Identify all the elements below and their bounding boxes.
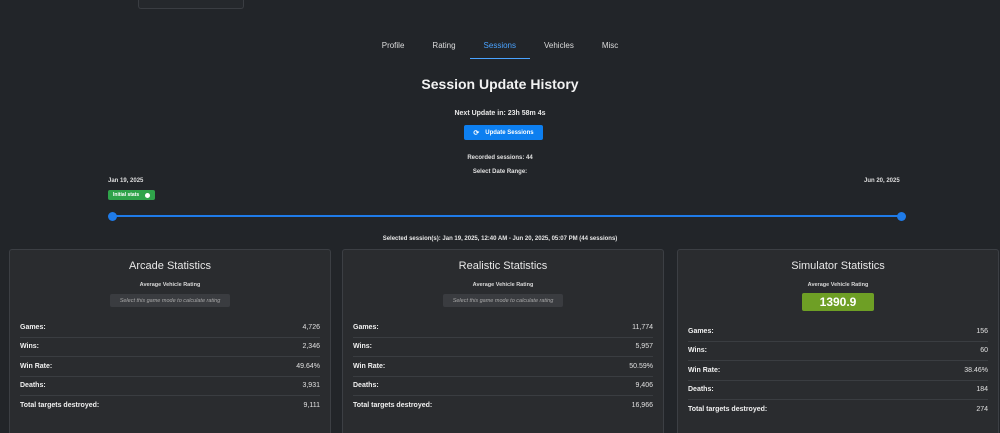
recorded-sessions-count: Recorded sessions: 44: [467, 155, 533, 161]
stat-value: 184: [976, 386, 988, 394]
stat-label: Win Rate:: [20, 362, 53, 370]
stat-label: Total targets destroyed:: [688, 406, 768, 414]
slider-end-handle[interactable]: [897, 212, 906, 221]
average-vehicle-rating-label: Average Vehicle Rating: [807, 282, 869, 288]
tab-vehicles[interactable]: Vehicles: [530, 36, 588, 59]
stat-label: Deaths:: [20, 382, 46, 390]
stat-row-targets-destroyed: Total targets destroyed: 16,966: [353, 396, 653, 416]
stat-label: Deaths:: [353, 382, 379, 390]
stat-label: Deaths:: [688, 386, 714, 394]
update-sessions-button[interactable]: ⟳ Update Sessions: [464, 125, 543, 140]
stat-value: 11,774: [632, 323, 653, 331]
stat-row-deaths: Deaths: 184: [688, 381, 988, 400]
tab-misc[interactable]: Misc: [588, 36, 632, 59]
slider-start-handle[interactable]: [108, 212, 117, 221]
stat-label: Wins:: [20, 343, 39, 351]
stat-label: Win Rate:: [353, 362, 386, 370]
stat-row-win-rate: Win Rate: 49.64%: [20, 357, 320, 377]
card-title: Arcade Statistics: [129, 260, 211, 272]
simulator-statistics-card[interactable]: Simulator Statistics Average Vehicle Rat…: [677, 249, 999, 433]
initial-stats-label: Initial stats: [113, 192, 140, 198]
tab-sessions[interactable]: Sessions: [469, 36, 531, 59]
stat-value: 4,726: [302, 323, 320, 331]
update-sessions-label: Update Sessions: [485, 129, 534, 136]
stat-value: 3,931: [302, 382, 320, 390]
stat-value: 156: [976, 327, 988, 335]
stat-value: 274: [976, 406, 988, 414]
stat-label: Win Rate:: [688, 366, 721, 374]
slider-end-date: Jun 20, 2025: [864, 178, 900, 184]
info-icon: [145, 192, 151, 198]
stat-row-games: Games: 11,774: [353, 318, 653, 338]
stat-row-deaths: Deaths: 3,931: [20, 377, 320, 396]
stat-value: 38.46%: [964, 366, 988, 374]
stat-row-deaths: Deaths: 9,406: [353, 377, 653, 396]
stat-row-targets-destroyed: Total targets destroyed: 274: [688, 400, 988, 420]
stat-value: 9,111: [303, 402, 320, 410]
stat-value: 9,406: [635, 382, 653, 390]
stat-row-win-rate: Win Rate: 50.59%: [353, 357, 653, 377]
top-panel-stub: [138, 0, 244, 9]
stat-value: 16,966: [631, 402, 653, 410]
page-title: Session Update History: [421, 76, 579, 92]
stat-row-games: Games: 4,726: [20, 318, 320, 338]
tab-rating[interactable]: Rating: [418, 36, 469, 59]
date-range-slider-track[interactable]: [113, 215, 902, 217]
stats-list: Games: 156 Wins: 60 Win Rate: 38.46% Dea…: [688, 322, 988, 420]
stat-row-win-rate: Win Rate: 38.46%: [688, 361, 988, 381]
stat-label: Total targets destroyed:: [20, 402, 100, 410]
selected-sessions-summary: Selected session(s): Jan 19, 2025, 12:40…: [382, 236, 618, 242]
stat-label: Wins:: [688, 347, 707, 355]
realistic-statistics-card[interactable]: Realistic Statistics Average Vehicle Rat…: [342, 249, 664, 433]
stats-list: Games: 4,726 Wins: 2,346 Win Rate: 49.64…: [20, 318, 320, 416]
average-vehicle-rating-label: Average Vehicle Rating: [139, 282, 201, 288]
stat-label: Games:: [20, 323, 46, 331]
stat-label: Games:: [688, 327, 714, 335]
initial-stats-badge: Initial stats: [108, 190, 156, 200]
average-vehicle-rating-label: Average Vehicle Rating: [472, 282, 534, 288]
slider-start-date: Jan 19, 2025: [108, 178, 144, 184]
stat-value: 2,346: [302, 343, 320, 351]
stat-value: 60: [980, 347, 988, 355]
stat-row-wins: Wins: 2,346: [20, 338, 320, 357]
arcade-statistics-card[interactable]: Arcade Statistics Average Vehicle Rating…: [9, 249, 331, 433]
stat-row-games: Games: 156: [688, 322, 988, 342]
tab-profile[interactable]: Profile: [368, 36, 419, 59]
stat-label: Games:: [353, 323, 379, 331]
stat-value: 49.64%: [296, 362, 320, 370]
date-range-label: Select Date Range:: [472, 169, 528, 175]
next-update-countdown: Next Update in: 23h 58m 4s: [454, 110, 546, 117]
stat-value: 50.59%: [629, 362, 653, 370]
card-title: Simulator Statistics: [791, 260, 885, 272]
rating-hint: Select this game mode to calculate ratin…: [110, 294, 230, 307]
stat-row-wins: Wins: 60: [688, 342, 988, 361]
card-title: Realistic Statistics: [458, 260, 548, 272]
stat-row-targets-destroyed: Total targets destroyed: 9,111: [20, 396, 320, 416]
stat-row-wins: Wins: 5,957: [353, 338, 653, 357]
stat-label: Total targets destroyed:: [353, 402, 433, 410]
stats-list: Games: 11,774 Wins: 5,957 Win Rate: 50.5…: [353, 318, 653, 416]
tab-bar: Profile Rating Sessions Vehicles Misc: [0, 36, 1000, 59]
stat-label: Wins:: [353, 343, 372, 351]
rating-hint: Select this game mode to calculate ratin…: [443, 294, 563, 307]
refresh-icon: ⟳: [473, 129, 480, 137]
stat-value: 5,957: [635, 343, 653, 351]
average-rating-badge: 1390.9: [802, 293, 874, 311]
